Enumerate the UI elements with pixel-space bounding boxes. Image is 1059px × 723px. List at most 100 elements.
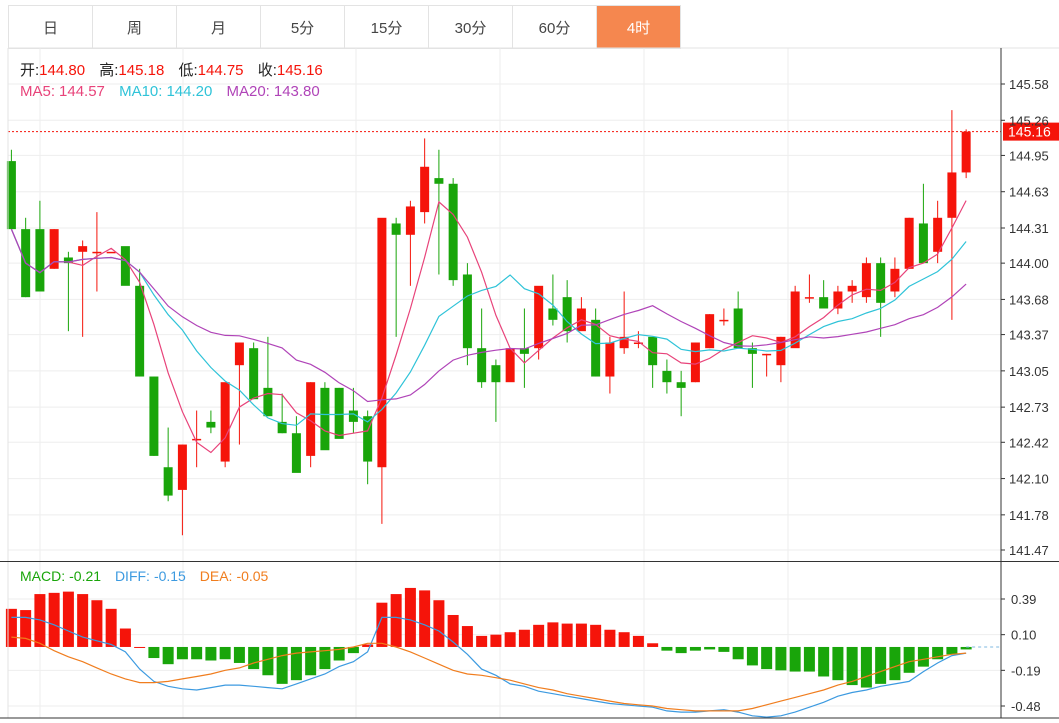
- candle-body-49: [705, 314, 715, 349]
- candle-body-32: [462, 274, 472, 349]
- macd-bar-49: [704, 646, 716, 650]
- candle-body-37: [534, 285, 544, 349]
- info-line-2: MA5: 144.57 MA10: 144.20 MA20: 143.80: [20, 83, 320, 100]
- candle-body-16: [234, 342, 244, 366]
- candle-body-8: [120, 246, 130, 286]
- macd-bar-20: [290, 646, 302, 681]
- info-line-1: 开:144.80 高:145.18 低:144.75 收:145.16: [20, 62, 323, 79]
- ytick-label-4: 144.31: [1009, 221, 1049, 236]
- macd-bar-57: [818, 646, 830, 677]
- candle-body-7: [106, 251, 116, 254]
- macd-bar-33: [476, 635, 488, 647]
- macd-bar-47: [675, 646, 687, 654]
- macd-bar-56: [803, 646, 815, 672]
- candle-body-15: [220, 382, 230, 462]
- macd-bar-59: [846, 646, 858, 686]
- macd-bar-61: [875, 646, 887, 684]
- ytick-label-2: 144.95: [1009, 148, 1049, 163]
- macd-bar-14: [205, 646, 217, 661]
- candle-body-31: [448, 183, 458, 281]
- candle-body-35: [505, 348, 515, 383]
- macd-info-line: MACD: -0.21 DIFF: -0.15 DEA: -0.05: [20, 568, 269, 584]
- candle-body-47: [676, 382, 686, 388]
- candle-body-14: [206, 421, 216, 428]
- candle-body-28: [405, 206, 415, 235]
- candle-body-5: [78, 246, 88, 252]
- macd-bar-41: [590, 624, 602, 647]
- candle-body-53: [762, 353, 772, 356]
- macd-bar-29: [419, 590, 431, 647]
- macd-bar-17: [248, 646, 260, 670]
- ytick-label-5: 144.00: [1009, 256, 1049, 271]
- candle-body-63: [904, 217, 914, 269]
- candle-body-6: [92, 251, 102, 254]
- candle-body-9: [135, 285, 145, 377]
- candle-body-66: [947, 172, 957, 218]
- macd-bars: [5, 587, 1001, 688]
- candle-body-11: [163, 467, 173, 496]
- candle-body-26: [377, 217, 387, 468]
- ytick-label-9: 142.73: [1009, 400, 1049, 415]
- ytick-label-12: 141.78: [1009, 508, 1049, 523]
- macd-bar-27: [390, 594, 402, 647]
- macd-bar-36: [518, 629, 530, 647]
- candle-body-65: [933, 217, 943, 252]
- macd-bar-52: [746, 646, 758, 666]
- candle-body-2: [35, 229, 45, 292]
- candle-body-30: [434, 178, 444, 184]
- price-chart: 145.16145.58145.26144.95144.63144.31144.…: [0, 47, 1059, 719]
- candle-body-62: [890, 268, 900, 292]
- candle-body-23: [334, 387, 344, 439]
- macd-bar-12: [176, 646, 188, 660]
- ytick-label-8: 143.05: [1009, 364, 1049, 379]
- candle-body-58: [833, 291, 843, 309]
- macd-bar-63: [903, 646, 915, 673]
- candle-body-41: [591, 319, 601, 377]
- candle-body-46: [662, 370, 672, 383]
- macd-bar-66: [946, 646, 958, 655]
- macd-bar-58: [832, 646, 844, 681]
- candle-body-10: [149, 376, 159, 456]
- macd-bar-28: [404, 587, 416, 647]
- macd-bar-42: [604, 629, 616, 647]
- macd-bar-5: [77, 594, 89, 647]
- macd-bar-53: [761, 646, 773, 670]
- macd-bar-60: [860, 646, 872, 688]
- macd-bar-37: [533, 624, 545, 647]
- candle-body-61: [876, 263, 886, 303]
- candle-body-29: [420, 166, 430, 213]
- macd-bar-3: [48, 592, 60, 647]
- macd-bar-10: [148, 646, 160, 659]
- ytick-label-7: 143.37: [1009, 328, 1049, 343]
- candle-body-18: [263, 387, 273, 417]
- candle-body-27: [391, 223, 401, 235]
- macd-bar-11: [162, 646, 174, 665]
- candle-body-12: [177, 444, 187, 490]
- ytick-label-10: 142.42: [1009, 435, 1049, 450]
- candle-body-56: [804, 297, 814, 299]
- macd-bar-40: [575, 623, 587, 647]
- macd-bar-55: [789, 646, 801, 672]
- candle-body-3: [49, 229, 59, 269]
- candle-body-67: [961, 131, 971, 173]
- candle-body-57: [819, 297, 829, 309]
- macd-bar-19: [276, 646, 288, 684]
- macd-bar-4: [62, 591, 74, 647]
- candle-body-60: [861, 263, 871, 298]
- ytick-label-0: 145.58: [1009, 77, 1049, 92]
- mtick-label-1: 0.10: [1011, 628, 1036, 643]
- candle-body-38: [548, 308, 558, 320]
- macd-bar-15: [219, 646, 231, 660]
- macd-bar-39: [561, 623, 573, 647]
- candle-body-42: [605, 342, 615, 377]
- candle-body-64: [918, 223, 928, 264]
- macd-bar-45: [647, 643, 659, 647]
- macd-bar-13: [191, 646, 203, 660]
- candle-body-20: [291, 433, 301, 473]
- mtick-label-3: -0.48: [1011, 699, 1041, 714]
- candle-body-45: [648, 336, 658, 366]
- ytick-label-3: 144.63: [1009, 185, 1049, 200]
- macd-bar-7: [105, 608, 117, 647]
- ytick-label-11: 142.10: [1009, 472, 1049, 487]
- candle-body-34: [491, 365, 501, 383]
